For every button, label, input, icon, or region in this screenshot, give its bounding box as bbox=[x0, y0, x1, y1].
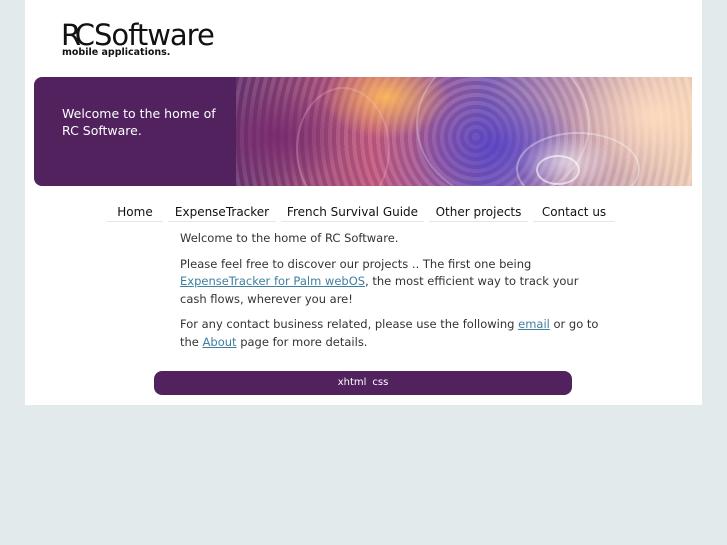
main-content: Welcome to the home of RC Software. Plea… bbox=[180, 230, 600, 359]
intro-text: Welcome to the home of RC Software. bbox=[180, 231, 399, 245]
nav-item-expensetracker[interactable]: ExpenseTracker bbox=[168, 203, 276, 222]
logo-rc: RC bbox=[61, 18, 95, 52]
about-link[interactable]: About bbox=[203, 335, 237, 349]
logo-wordmark: RC Software bbox=[61, 18, 215, 52]
logo[interactable]: RC Software mobile applications. bbox=[61, 18, 215, 58]
contact-text-before: For any contact business related, please… bbox=[180, 317, 519, 331]
email-link[interactable]: email bbox=[518, 317, 550, 331]
nav-item-french-survival-guide[interactable]: French Survival Guide bbox=[281, 203, 424, 222]
main-nav: Home ExpenseTracker French Survival Guid… bbox=[107, 203, 620, 223]
page-container: RC Software mobile applications. Welcome… bbox=[25, 0, 702, 405]
footer-bar: xhtml css bbox=[154, 371, 572, 395]
css-link[interactable]: css bbox=[372, 377, 388, 388]
intro-paragraph: Welcome to the home of RC Software. bbox=[180, 230, 600, 248]
expensetracker-link[interactable]: ExpenseTracker for Palm webOS bbox=[180, 274, 365, 288]
banner-image bbox=[236, 77, 692, 186]
header-banner: Welcome to the home of RC Software. bbox=[34, 77, 692, 186]
nav-item-home[interactable]: Home bbox=[107, 203, 163, 222]
contact-paragraph: For any contact business related, please… bbox=[180, 316, 600, 351]
projects-text-before: Please feel free to discover our project… bbox=[180, 256, 532, 271]
nav-item-other-projects[interactable]: Other projects bbox=[429, 203, 528, 222]
xhtml-link[interactable]: xhtml bbox=[338, 377, 367, 388]
nav-item-contact-us[interactable]: Contact us bbox=[533, 203, 615, 222]
banner-text: Welcome to the home of RC Software. bbox=[34, 77, 236, 186]
logo-name: Software bbox=[93, 18, 215, 52]
contact-text-after: page for more details. bbox=[236, 334, 368, 349]
banner-line-1: Welcome to the home of bbox=[62, 106, 216, 121]
projects-paragraph: Please feel free to discover our project… bbox=[180, 256, 600, 309]
banner-line-2: RC Software. bbox=[62, 123, 142, 138]
